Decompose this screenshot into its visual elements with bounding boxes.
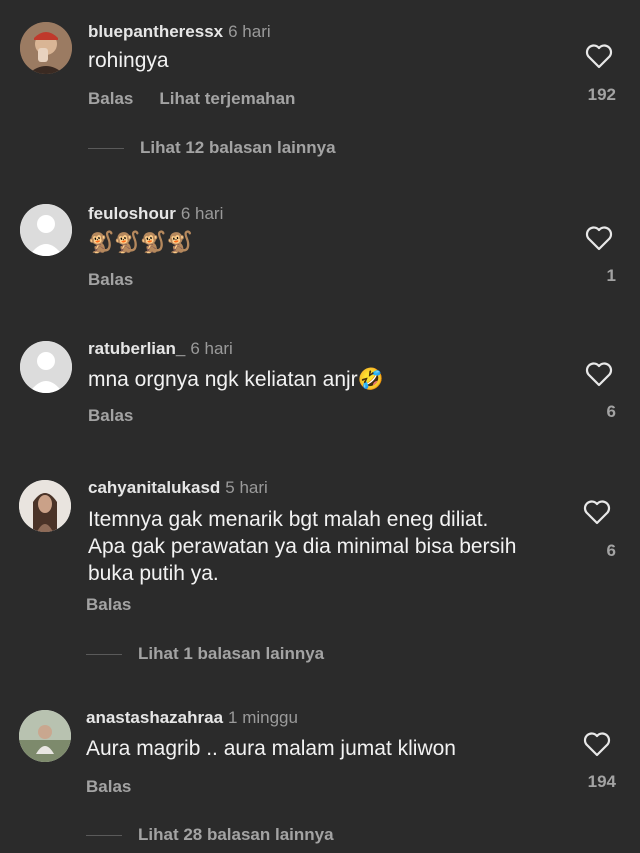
divider-line bbox=[86, 835, 122, 837]
comment-actions: Balas Lihat terjemahan bbox=[88, 89, 295, 109]
comment-text: rohingya bbox=[88, 49, 169, 72]
view-more-replies-label: Lihat 1 balasan lainnya bbox=[138, 644, 325, 663]
heart-icon[interactable] bbox=[585, 361, 613, 387]
comment-text-line: buka putih ya. bbox=[88, 562, 219, 585]
timestamp: 5 hari bbox=[225, 478, 268, 497]
comment-text: Aura magrib .. aura malam jumat kliwon bbox=[86, 737, 456, 760]
comment-actions: Balas bbox=[88, 406, 133, 426]
reply-button[interactable]: Balas bbox=[86, 595, 131, 614]
like-count: 194 bbox=[587, 772, 616, 791]
avatar[interactable] bbox=[19, 710, 71, 762]
comment-meta: ratuberlian_ 6 hari bbox=[88, 339, 233, 359]
username[interactable]: cahyanitalukasd bbox=[88, 478, 220, 497]
reply-button[interactable]: Balas bbox=[88, 270, 133, 289]
comment-meta: cahyanitalukasd 5 hari bbox=[88, 478, 268, 498]
comment-text-line: Itemnya gak menarik bgt malah eneg dilia… bbox=[88, 508, 489, 531]
like-count: 6 bbox=[606, 402, 616, 421]
comment-text-line: Apa gak perawatan ya dia minimal bisa be… bbox=[88, 535, 517, 558]
like-count: 192 bbox=[587, 85, 616, 104]
view-more-replies-label: Lihat 12 balasan lainnya bbox=[140, 138, 336, 157]
heart-icon[interactable] bbox=[585, 43, 613, 69]
timestamp: 6 hari bbox=[190, 339, 233, 358]
comment-meta: anastashazahraa 1 minggu bbox=[86, 708, 298, 728]
comment-actions: Balas bbox=[86, 777, 131, 797]
heart-icon[interactable] bbox=[583, 731, 611, 757]
reply-button[interactable]: Balas bbox=[88, 89, 133, 108]
user-photo-icon bbox=[20, 22, 72, 74]
comment-item: bluepantheressx 6 hari rohingya Balas Liha… bbox=[0, 18, 640, 168]
reply-button[interactable]: Balas bbox=[86, 777, 131, 796]
like-count: 6 bbox=[606, 541, 616, 560]
heart-icon[interactable] bbox=[585, 225, 613, 251]
reply-button[interactable]: Balas bbox=[88, 406, 133, 425]
comment-item: feuloshour 6 hari 🐒🐒🐒🐒 Balas 1 bbox=[0, 200, 640, 300]
view-more-replies-button[interactable]: Lihat 12 balasan lainnya bbox=[88, 138, 336, 158]
avatar[interactable] bbox=[20, 341, 72, 393]
timestamp: 6 hari bbox=[180, 204, 224, 223]
default-avatar-icon bbox=[20, 341, 72, 393]
comment-meta: bluepantheressx 6 hari bbox=[88, 22, 271, 42]
divider-line bbox=[88, 148, 124, 150]
translate-button[interactable]: Lihat terjemahan bbox=[159, 89, 295, 108]
username[interactable]: anastashazahraa bbox=[86, 708, 223, 727]
user-photo-icon bbox=[19, 480, 71, 532]
user-photo-icon bbox=[19, 710, 71, 762]
comment-item: cahyanitalukasd 5 hari Itemnya gak menari… bbox=[0, 476, 640, 676]
comment-item: ratuberlian_ 6 hari mna orgnya ngk keliat… bbox=[0, 337, 640, 437]
comment-text: mna orgnya ngk keliatan anjr🤣 bbox=[88, 368, 384, 391]
comment-text: 🐒🐒🐒🐒 bbox=[88, 230, 193, 254]
comment-actions: Balas bbox=[86, 595, 131, 615]
comment-item: anastashazahraa 1 minggu Aura magrib .. a… bbox=[0, 708, 640, 853]
default-avatar-icon bbox=[20, 204, 72, 256]
like-count: 1 bbox=[606, 266, 616, 285]
username[interactable]: ratuberlian_ bbox=[88, 339, 185, 358]
comment-text: Itemnya gak menarik bgt malah eneg dilia… bbox=[88, 506, 558, 587]
view-more-replies-button[interactable]: Lihat 1 balasan lainnya bbox=[86, 644, 324, 664]
username[interactable]: bluepantheressx bbox=[88, 22, 223, 41]
view-more-replies-button[interactable]: Lihat 28 balasan lainnya bbox=[86, 825, 334, 845]
avatar[interactable] bbox=[20, 204, 72, 256]
timestamp: 1 minggu bbox=[228, 708, 298, 727]
comment-actions: Balas bbox=[88, 270, 133, 290]
timestamp: 6 hari bbox=[228, 22, 271, 41]
heart-icon[interactable] bbox=[583, 499, 611, 525]
username[interactable]: feuloshour bbox=[88, 204, 176, 223]
divider-line bbox=[86, 654, 122, 656]
avatar[interactable] bbox=[19, 480, 71, 532]
view-more-replies-label: Lihat 28 balasan lainnya bbox=[138, 825, 334, 844]
avatar[interactable] bbox=[20, 22, 72, 74]
comment-meta: feuloshour 6 hari bbox=[88, 204, 223, 224]
